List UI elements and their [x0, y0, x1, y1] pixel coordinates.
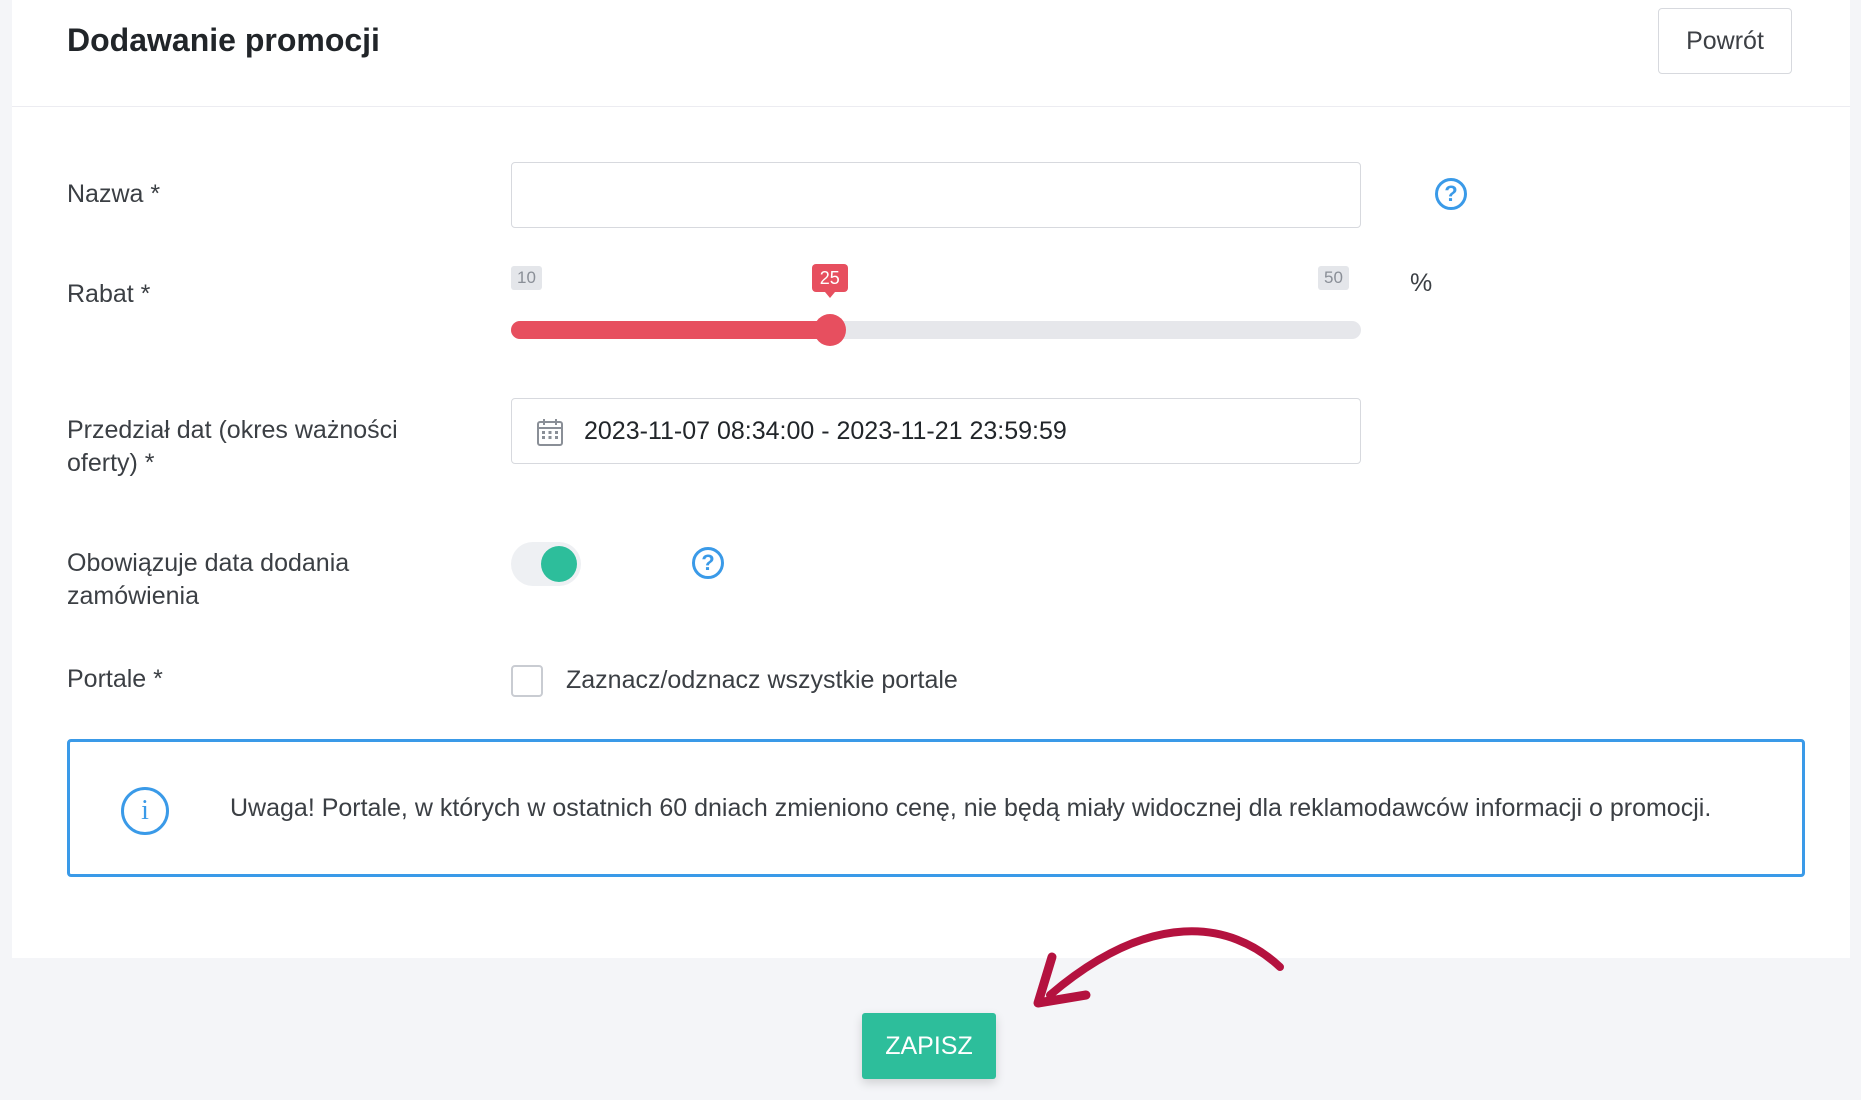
save-button[interactable]: ZAPISZ: [862, 1013, 996, 1079]
name-input[interactable]: [511, 162, 1361, 228]
order-date-toggle[interactable]: [511, 542, 581, 586]
date-range-label: Przedział dat (okres ważności oferty) *: [67, 416, 398, 477]
curved-arrow-icon: [1033, 927, 1284, 1008]
percent-unit: %: [1410, 269, 1433, 297]
select-all-portals-label[interactable]: Zaznacz/odznacz wszystkie portale: [566, 666, 958, 695]
page-header: Dodawanie promocji Powrót: [12, 0, 1850, 107]
slider-handle[interactable]: [813, 314, 846, 346]
name-label: Nazwa *: [67, 180, 161, 208]
order-date-label: Obowiązuje data dodania zamówienia: [67, 549, 350, 610]
promotion-form-card: Dodawanie promocji Powrót Nazwa * ? Raba…: [12, 0, 1850, 958]
discount-slider[interactable]: [511, 314, 1361, 346]
slider-fill: [511, 321, 830, 339]
select-all-portals-checkbox[interactable]: [511, 665, 543, 697]
order-date-help-icon[interactable]: ?: [692, 547, 724, 579]
discount-label: Rabat *: [67, 280, 151, 308]
back-button[interactable]: Powrót: [1658, 8, 1792, 74]
name-help-icon[interactable]: ?: [1435, 178, 1467, 210]
alert-text: Uwaga! Portale, w których w ostatnich 60…: [230, 794, 1712, 822]
date-range-value: 2023-11-07 08:34:00 - 2023-11-21 23:59:5…: [584, 417, 1067, 445]
slider-min-label: 10: [511, 266, 542, 290]
slider-value-label: 25: [811, 264, 848, 298]
portals-label: Portale *: [67, 665, 163, 693]
page-title: Dodawanie promocji: [67, 22, 380, 58]
info-icon: i: [121, 787, 169, 835]
slider-max-label: 50: [1318, 266, 1349, 290]
calendar-icon: [537, 419, 563, 446]
date-range-input[interactable]: 2023-11-07 08:34:00 - 2023-11-21 23:59:5…: [511, 398, 1361, 464]
toggle-knob: [541, 546, 577, 582]
info-alert: i Uwaga! Portale, w których w ostatnich …: [67, 739, 1805, 877]
